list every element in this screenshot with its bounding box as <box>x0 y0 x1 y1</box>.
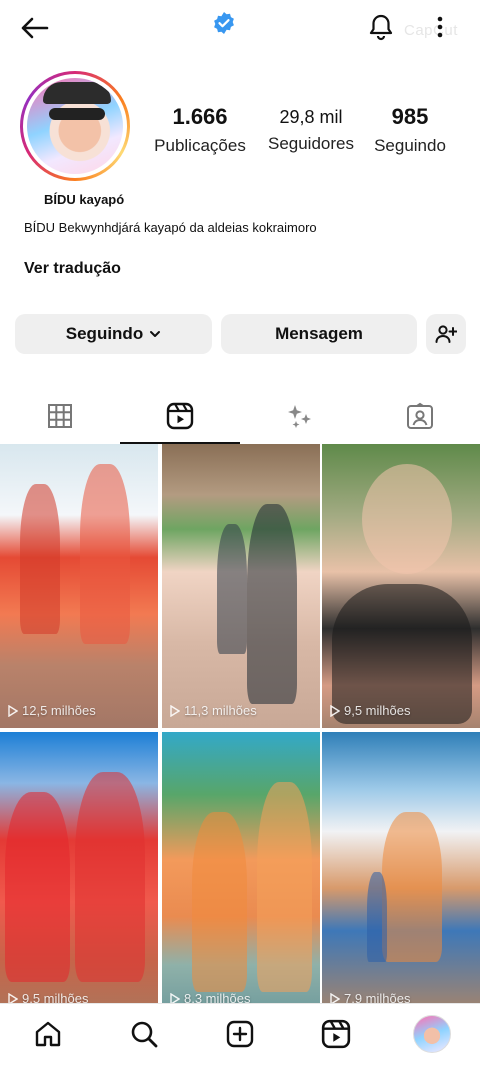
tab-effects[interactable] <box>240 388 360 444</box>
reels-icon <box>321 1019 351 1049</box>
posts-stat[interactable]: 1.666 Publicações <box>150 104 250 156</box>
tab-tagged[interactable] <box>360 388 480 444</box>
reel-thumbnail[interactable]: 12,5 milhões <box>0 444 158 728</box>
nav-home[interactable] <box>28 1012 68 1056</box>
profile-avatar[interactable] <box>20 71 130 181</box>
grid-icon <box>48 404 72 428</box>
search-icon <box>131 1021 158 1048</box>
message-button-label: Mensagem <box>275 324 363 343</box>
message-button[interactable]: Mensagem <box>221 314 417 354</box>
tagged-icon <box>407 402 433 429</box>
followers-label: Seguidores <box>267 134 354 153</box>
reel-views: 12,5 milhões <box>8 703 96 718</box>
following-button[interactable]: Seguindo <box>15 314 212 354</box>
profile-tabs <box>0 388 480 444</box>
suggested-users-button[interactable] <box>426 314 466 354</box>
play-icon <box>330 704 340 717</box>
verified-badge-icon <box>212 11 236 35</box>
chevron-down-icon <box>149 324 161 344</box>
create-icon <box>226 1020 254 1048</box>
top-bar: CapCut <box>0 0 480 56</box>
arrow-left-icon <box>21 17 49 39</box>
notifications-button[interactable] <box>366 12 396 42</box>
reel-thumbnail[interactable]: 9,5 milhões <box>0 732 158 1016</box>
reels-icon <box>166 402 194 430</box>
following-button-label: Seguindo <box>65 324 144 343</box>
posts-label: Publicações <box>154 136 246 155</box>
nav-reels[interactable] <box>316 1012 356 1056</box>
bottom-navigation <box>0 1003 480 1070</box>
play-icon <box>8 704 18 717</box>
reel-views-count: 9,5 milhões <box>344 703 411 718</box>
reel-thumbnail[interactable]: 7,9 milhões <box>322 732 480 1016</box>
reel-views-count: 11,3 milhões <box>184 703 257 718</box>
following-stat[interactable]: 985 Seguindo <box>368 104 452 156</box>
more-options-button[interactable] <box>428 12 452 42</box>
home-icon <box>35 1021 61 1047</box>
back-button[interactable] <box>16 12 52 44</box>
followers-count: 29,8 mil <box>279 107 343 127</box>
sparkles-icon <box>288 405 311 428</box>
reel-thumbnail[interactable]: 9,5 milhões <box>322 444 480 728</box>
reel-thumbnail[interactable]: 11,3 milhões <box>162 444 320 728</box>
tab-posts-grid[interactable] <box>0 388 120 444</box>
see-translation-link[interactable]: Ver tradução <box>24 260 121 278</box>
reel-thumbnail[interactable]: 8,3 milhões <box>162 732 320 1016</box>
posts-count: 1.666 <box>172 104 228 129</box>
profile-name: BÍDU kayapó <box>44 192 125 207</box>
play-icon <box>170 704 180 717</box>
reel-views: 9,5 milhões <box>330 703 410 718</box>
tab-reels[interactable] <box>120 388 240 444</box>
bell-icon <box>369 14 393 41</box>
followers-stat[interactable]: 29,8 mil Seguidores <box>258 104 364 154</box>
reel-views: 11,3 milhões <box>170 703 257 718</box>
nav-profile[interactable] <box>412 1012 452 1056</box>
add-user-icon <box>435 325 457 343</box>
nav-create[interactable] <box>220 1012 260 1056</box>
following-count: 985 <box>391 104 429 129</box>
following-label: Seguindo <box>374 136 446 155</box>
profile-avatar <box>413 1015 451 1053</box>
profile-photo <box>27 78 123 174</box>
profile-bio: BÍDU Bekwynhdjárá kayapó da aldeias kokr… <box>24 220 317 235</box>
nav-search[interactable] <box>124 1012 164 1056</box>
more-vertical-icon <box>437 16 443 38</box>
reel-views-count: 12,5 milhões <box>22 703 96 718</box>
